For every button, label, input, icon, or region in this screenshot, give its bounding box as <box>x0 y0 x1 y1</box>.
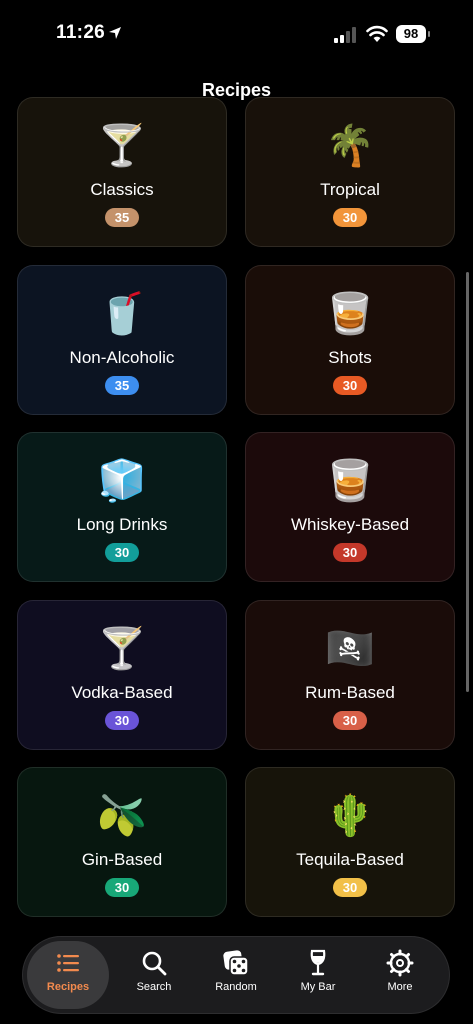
tab-label: My Bar <box>300 981 336 993</box>
battery-tip <box>428 31 430 37</box>
tab-label: Search <box>136 981 172 993</box>
category-label: Gin-Based <box>81 850 163 869</box>
category-card-vodka-based[interactable]: 🍸 Vodka-Based 30 <box>17 600 227 750</box>
count-badge: 35 <box>105 376 139 395</box>
scroll-indicator <box>466 272 469 692</box>
count-badge: 30 <box>333 376 367 395</box>
category-card-gin-based[interactable]: 🫒 Gin-Based 30 <box>17 767 227 917</box>
category-emoji-icon: 🫒 <box>97 794 147 838</box>
count-badge: 30 <box>333 543 367 562</box>
tab-my-bar[interactable]: My Bar <box>277 941 359 1009</box>
category-emoji-icon: 🧊 <box>97 459 147 503</box>
category-card-tropical[interactable]: 🌴 Tropical 30 <box>245 97 455 247</box>
tab-recipes[interactable]: Recipes <box>27 941 109 1009</box>
count-badge: 30 <box>105 711 139 730</box>
category-card-non-alcoholic[interactable]: 🥤 Non-Alcoholic 35 <box>17 265 227 415</box>
tab-search[interactable]: Search <box>113 941 195 1009</box>
count-badge: 30 <box>333 208 367 227</box>
tab-bar: Recipes Search Random My Bar More <box>22 936 450 1014</box>
tab-random[interactable]: Random <box>195 941 277 1009</box>
count-badge: 30 <box>105 878 139 897</box>
category-emoji-icon: 🌵 <box>325 794 375 838</box>
category-emoji-icon: 🏴‍☠️ <box>325 627 375 671</box>
count-badge: 30 <box>333 711 367 730</box>
category-label: Tropical <box>320 180 380 199</box>
category-card-long-drinks[interactable]: 🧊 Long Drinks 30 <box>17 432 227 582</box>
category-label: Non-Alcoholic <box>69 348 175 367</box>
category-emoji-icon: 🥃 <box>325 292 375 336</box>
category-emoji-icon: 🍸 <box>97 627 147 671</box>
count-badge: 30 <box>105 543 139 562</box>
wine-glass-icon <box>310 949 326 976</box>
tab-label: More <box>387 981 413 993</box>
category-label: Classics <box>90 180 154 199</box>
search-icon <box>142 951 167 976</box>
category-label: Whiskey-Based <box>290 515 410 534</box>
list-icon <box>57 954 79 972</box>
battery-indicator: 98 <box>396 25 426 43</box>
gear-icon <box>386 949 414 977</box>
category-label: Long Drinks <box>76 515 168 534</box>
category-card-rum-based[interactable]: 🏴‍☠️ Rum-Based 30 <box>245 600 455 750</box>
count-badge: 30 <box>333 878 367 897</box>
location-arrow-icon <box>109 27 121 39</box>
cellular-signal-icon <box>334 27 356 43</box>
dice-icon <box>223 950 249 976</box>
category-emoji-icon: 🥃 <box>325 459 375 503</box>
category-card-tequila-based[interactable]: 🌵 Tequila-Based 30 <box>245 767 455 917</box>
category-card-classics[interactable]: 🍸 Classics 35 <box>17 97 227 247</box>
category-card-whiskey-based[interactable]: 🥃 Whiskey-Based 30 <box>245 432 455 582</box>
category-label: Tequila-Based <box>296 850 404 869</box>
tab-label: Random <box>215 981 257 993</box>
status-bar: 11:26 98 <box>0 0 473 70</box>
category-label: Vodka-Based <box>71 683 173 702</box>
category-emoji-icon: 🥤 <box>97 292 147 336</box>
wifi-icon <box>366 25 388 42</box>
category-emoji-icon: 🌴 <box>325 124 375 168</box>
tab-more[interactable]: More <box>359 941 441 1009</box>
category-label: Rum-Based <box>305 683 395 702</box>
category-card-shots[interactable]: 🥃 Shots 30 <box>245 265 455 415</box>
status-time: 11:26 <box>56 22 106 43</box>
category-label: Shots <box>328 348 372 367</box>
category-emoji-icon: 🍸 <box>97 124 147 168</box>
count-badge: 35 <box>105 208 139 227</box>
tab-label: Recipes <box>46 981 90 993</box>
